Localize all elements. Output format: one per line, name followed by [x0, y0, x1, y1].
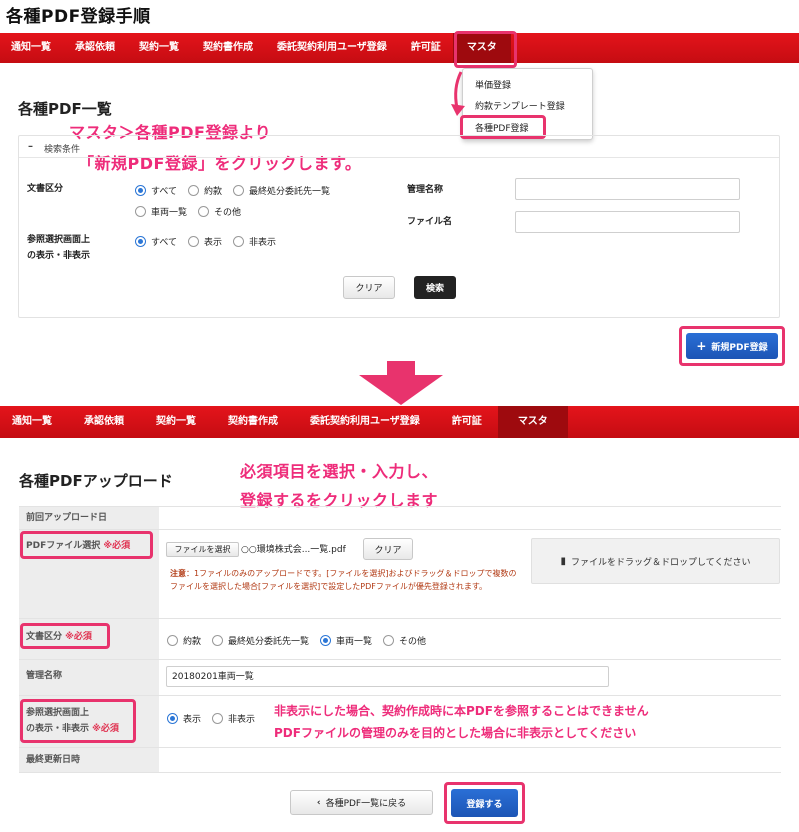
dropdown-item-template[interactable]: 約款テンプレート登録 — [475, 99, 565, 112]
radio-ref-all[interactable]: すべて — [135, 235, 177, 248]
doc-type-label-highlight — [20, 623, 110, 649]
form-row-divider — [19, 772, 781, 773]
document-title: 各種PDF登録手順 — [6, 7, 151, 27]
form-row-divider — [19, 506, 781, 507]
nav2-notifications[interactable]: 通知一覧 — [0, 406, 68, 438]
second-nav-bar: 通知一覧 承認依頼 契約一覧 契約書作成 委託契約利用ユーザ登録 許可証 マスタ — [0, 406, 799, 438]
nav-approval-requests[interactable]: 承認依頼 — [63, 33, 127, 63]
nav-notifications[interactable]: 通知一覧 — [0, 33, 63, 63]
radio-doc-type-terms[interactable]: 約款 — [188, 184, 222, 197]
file-icon: ▮ — [560, 555, 567, 567]
ref-label-highlight — [20, 699, 136, 743]
radio-upload-disposal[interactable]: 最終処分委託先一覧 — [212, 634, 309, 647]
upload-ref-radios: 表示 非表示 — [167, 712, 266, 725]
radio-doc-type-vehicle[interactable]: 車両一覧 — [135, 205, 187, 218]
nav-user-registration[interactable]: 委託契約利用ユーザ登録 — [265, 33, 399, 63]
list-page-title: 各種PDF一覧 — [18, 100, 112, 118]
ref-display-label-line2: の表示・非表示 — [27, 251, 91, 261]
collapse-icon[interactable]: – — [28, 141, 33, 152]
radio-upload-terms[interactable]: 約款 — [167, 634, 201, 647]
form-row-divider — [19, 659, 781, 660]
file-name-search-input[interactable] — [515, 211, 740, 233]
file-select-button[interactable]: ファイルを選択 — [166, 542, 239, 557]
nav-master-highlight — [454, 31, 517, 68]
upload-mgmt-name-label: 管理名称 — [26, 671, 63, 681]
search-conditions-header[interactable]: – 検索条件 — [19, 136, 779, 158]
radio-upload-hide[interactable]: 非表示 — [212, 712, 255, 725]
pdf-select-label-highlight — [20, 531, 153, 559]
clear-button[interactable]: クリア — [343, 276, 395, 299]
step-down-arrow-icon — [359, 361, 443, 405]
radio-upload-vehicle[interactable]: 車両一覧 — [320, 634, 372, 647]
file-drop-zone[interactable]: ▮ ファイルをドラッグ＆ドロップしてください — [531, 538, 780, 584]
nav2-user-registration[interactable]: 委託契約利用ユーザ登録 — [294, 406, 436, 438]
radio-doc-type-disposal[interactable]: 最終処分委託先一覧 — [233, 184, 330, 197]
upload-page-title: 各種PDFアップロード — [19, 472, 173, 490]
radio-ref-hide[interactable]: 非表示 — [233, 235, 276, 248]
annotation-step2-line1: 必須項目を選択・入力し、 — [240, 462, 439, 481]
search-conditions-label: 検索条件 — [44, 145, 81, 155]
radio-doc-type-all[interactable]: すべて — [135, 184, 177, 197]
nav-contract-create[interactable]: 契約書作成 — [191, 33, 265, 63]
selected-file-name: ○○環境株式会...一覧.pdf — [241, 545, 346, 555]
ref-display-label-line1: 参照選択画面上 — [27, 235, 91, 245]
annotation-step3-line2: PDFファイルの管理のみを目的とした場合に非表示としてください — [274, 726, 637, 740]
nav-contract-list[interactable]: 契約一覧 — [127, 33, 191, 63]
pointer-arrow-icon — [451, 71, 465, 116]
form-row-divider — [19, 695, 781, 696]
nav2-approval-requests[interactable]: 承認依頼 — [68, 406, 140, 438]
last-updated-label: 最終更新日時 — [26, 755, 81, 765]
new-pdf-button-highlight — [679, 326, 785, 366]
chevron-left-icon: ‹ — [316, 797, 321, 808]
radio-ref-show[interactable]: 表示 — [188, 235, 222, 248]
nav2-permits[interactable]: 許可証 — [436, 406, 498, 438]
nav2-contract-list[interactable]: 契約一覧 — [140, 406, 212, 438]
radio-upload-show[interactable]: 表示 — [167, 712, 201, 725]
ref-display-radio-row: すべて 表示 非表示 — [135, 235, 287, 248]
annotation-step3-line1: 非表示にした場合、契約作成時に本PDFを参照することはできません — [274, 704, 649, 718]
doc-type-label: 文書区分 — [27, 184, 64, 194]
search-button[interactable]: 検索 — [414, 276, 456, 299]
nav2-contract-create[interactable]: 契約書作成 — [212, 406, 294, 438]
file-name-label: ファイル名 — [407, 217, 453, 227]
nav2-master[interactable]: マスタ — [497, 406, 568, 438]
top-nav-bar: 通知一覧 承認依頼 契約一覧 契約書作成 委託契約利用ユーザ登録 許可証 マスタ — [0, 33, 799, 63]
annotation-step2-line2: 登録するをクリックします — [240, 491, 439, 510]
last-upload-label: 前回アップロード日 — [26, 513, 108, 523]
form-row-divider — [19, 747, 781, 748]
mgmt-name-search-input[interactable] — [515, 178, 740, 200]
doc-type-radio-row1: すべて 約款 最終処分委託先一覧 — [135, 184, 341, 197]
mgmt-name-label: 管理名称 — [407, 185, 444, 195]
register-button-highlight — [444, 782, 525, 824]
form-row-divider — [19, 618, 781, 619]
back-to-list-button[interactable]: ‹ 各種PDF一覧に戻る — [290, 790, 433, 815]
doc-type-radio-row2: 車両一覧 その他 — [135, 205, 252, 218]
form-row-divider — [19, 529, 781, 530]
upload-doc-type-radios: 約款 最終処分委託先一覧 車両一覧 その他 — [167, 634, 437, 647]
nav-permits[interactable]: 許可証 — [399, 33, 453, 63]
file-clear-button[interactable]: クリア — [363, 538, 413, 560]
radio-doc-type-other[interactable]: その他 — [198, 205, 241, 218]
upload-note: 注意：1ファイルのみのアップロードです。[ファイルを選択]およびドラッグ＆ドロッ… — [170, 569, 517, 591]
radio-upload-other[interactable]: その他 — [383, 634, 426, 647]
dropdown-item-unit-price[interactable]: 単価登録 — [475, 78, 511, 91]
upload-mgmt-name-input[interactable]: 20180201車両一覧 — [166, 666, 609, 687]
